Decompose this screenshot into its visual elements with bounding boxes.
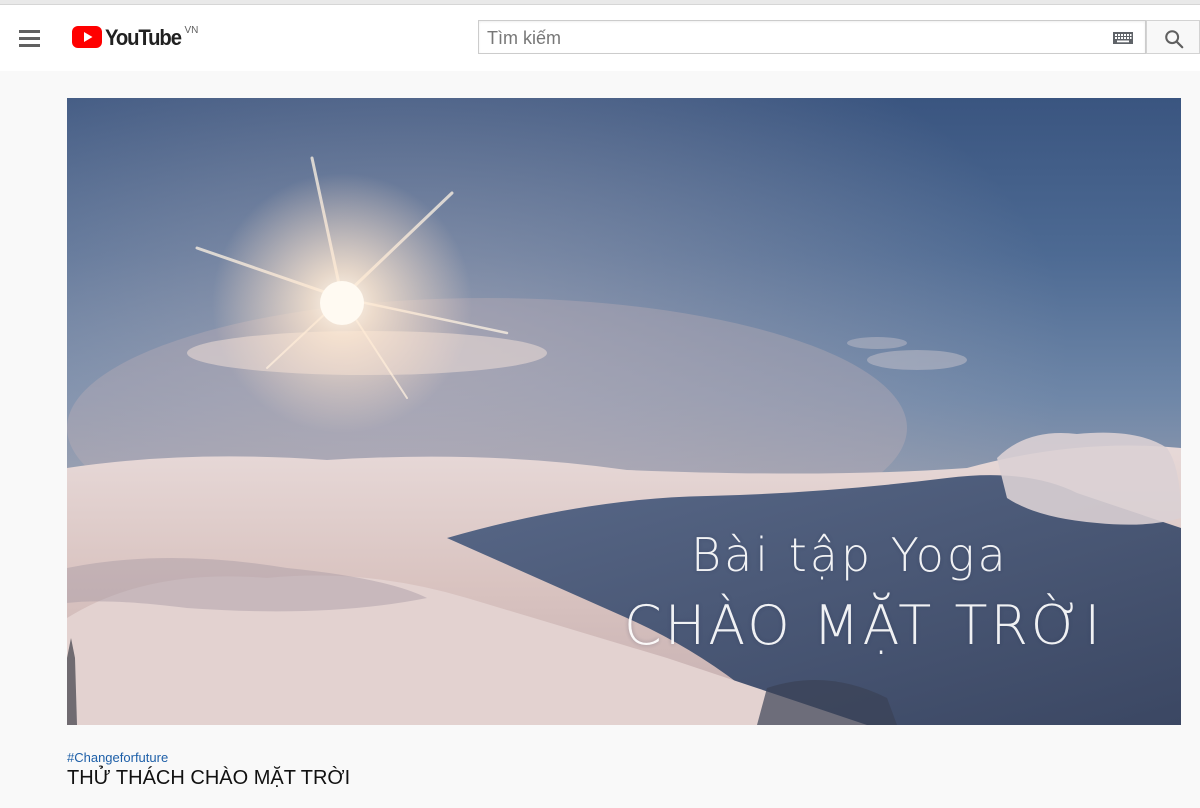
search-input[interactable] xyxy=(485,21,1089,55)
logo-wordmark: YouTube xyxy=(105,25,182,50)
video-overlay-line-2: CHÀO MẶT TRỜI xyxy=(624,594,1104,657)
masthead: YouTube VN xyxy=(0,5,1200,71)
video-thumbnail[interactable]: Bài tập Yoga CHÀO MẶT TRỜI xyxy=(67,98,1181,725)
youtube-play-icon xyxy=(72,26,102,48)
search-icon xyxy=(1165,30,1184,49)
hashtag-link[interactable]: #Changeforfuture xyxy=(67,750,168,765)
keyboard-icon[interactable] xyxy=(1113,32,1133,44)
youtube-logo[interactable]: YouTube VN xyxy=(72,24,198,54)
country-code: VN xyxy=(184,25,199,36)
search-box xyxy=(478,20,1146,55)
search-button[interactable] xyxy=(1146,20,1200,54)
video-overlay-line-1: Bài tập Yoga xyxy=(691,528,1009,582)
video-title: THỬ THÁCH CHÀO MẶT TRỜI xyxy=(67,767,351,789)
hamburger-menu-icon[interactable] xyxy=(14,24,46,52)
